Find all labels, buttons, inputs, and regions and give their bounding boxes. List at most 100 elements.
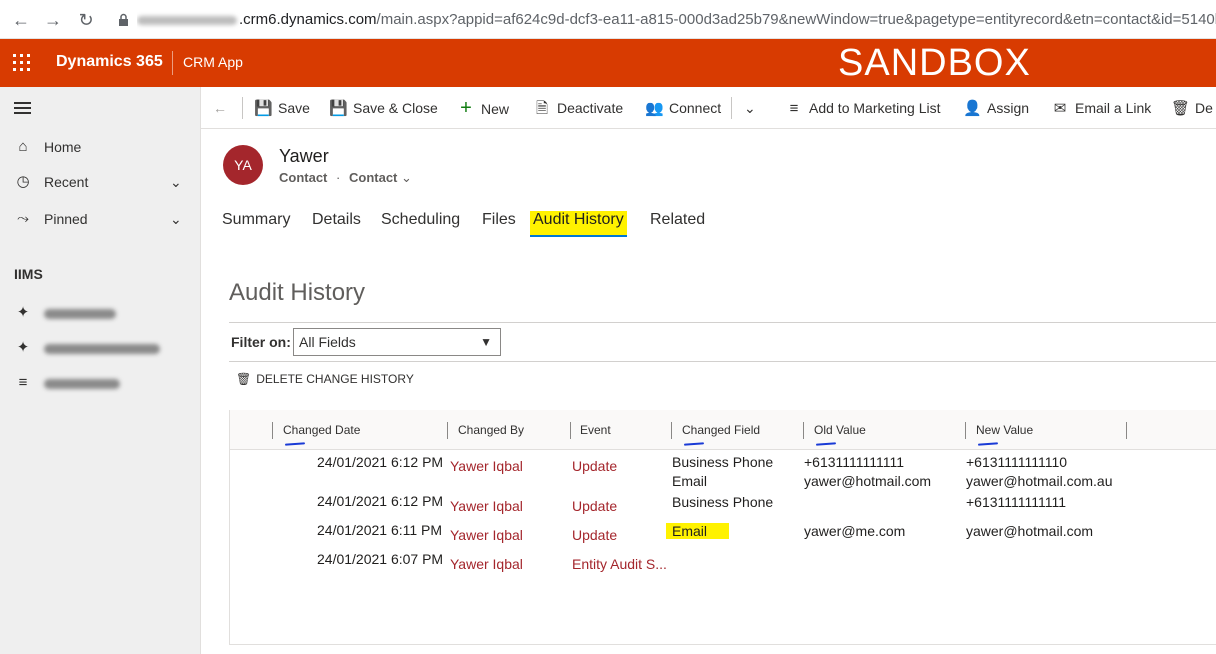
- cell-changed-field: Business Phone: [672, 494, 774, 510]
- plus-icon: +: [460, 97, 472, 119]
- sidebar-item-label: Pinned: [44, 211, 88, 227]
- app-launcher-icon[interactable]: [13, 54, 31, 72]
- cell-event[interactable]: Update: [572, 498, 617, 514]
- app-name[interactable]: CRM App: [183, 54, 243, 70]
- tab-related[interactable]: Related: [650, 211, 705, 237]
- separator-dot: ·: [336, 170, 341, 185]
- sidebar-item-redacted-1[interactable]: ✦: [0, 296, 200, 330]
- divider: [242, 97, 243, 119]
- sidebar-item-label: Home: [44, 139, 82, 155]
- column-header-event[interactable]: Event: [580, 423, 611, 437]
- cell-old-value: +6131111111111: [804, 454, 905, 470]
- column-header-new-value[interactable]: New Value: [976, 423, 1033, 437]
- deactivate-button[interactable]: 🗎 Deactivate: [533, 87, 623, 129]
- column-header-changed-date[interactable]: Changed Date: [283, 423, 360, 437]
- column-separator[interactable]: [671, 422, 672, 439]
- record-entity: Contact · Contact ⌄: [279, 170, 412, 186]
- form-selector[interactable]: Contact: [349, 170, 397, 185]
- column-header-changed-by[interactable]: Changed By: [458, 423, 524, 437]
- chevron-down-icon: ▼: [480, 335, 492, 349]
- save-close-button[interactable]: 💾 Save & Close: [329, 87, 438, 129]
- assign-label: Assign: [987, 100, 1030, 116]
- audit-grid: Changed Date Changed By Event Changed Fi…: [229, 410, 1216, 644]
- new-label: New: [481, 101, 510, 117]
- cell-old-value: yawer@me.com: [804, 523, 906, 539]
- connect-label: Connect: [669, 100, 722, 116]
- deactivate-label: Deactivate: [557, 100, 624, 116]
- chevron-down-icon[interactable]: ⌄: [170, 165, 182, 199]
- filter-value: All Fields: [299, 334, 356, 350]
- column-separator[interactable]: [447, 422, 448, 439]
- cell-changed-field: Email: [666, 523, 730, 539]
- chevron-down-icon[interactable]: ⌄: [170, 202, 182, 236]
- tab-files[interactable]: Files: [482, 211, 516, 237]
- sidebar-item-pinned[interactable]: ⤳ Pinned ⌄: [0, 202, 200, 236]
- save-close-icon: 💾: [329, 100, 348, 117]
- back-arrow-icon[interactable]: ←: [10, 9, 32, 31]
- home-icon: ⌂: [18, 138, 28, 155]
- sidebar-item-redacted-2[interactable]: ✦: [0, 331, 200, 365]
- add-to-marketing-list-button[interactable]: ≡ Add to Marketing List: [785, 87, 941, 129]
- divider: [229, 322, 1216, 323]
- chevron-down-icon[interactable]: ⌄: [401, 170, 412, 185]
- sidebar-item-recent[interactable]: ◷ Recent ⌄: [0, 165, 200, 199]
- tab-details[interactable]: Details: [312, 211, 361, 237]
- cell-event[interactable]: Entity Audit S...: [572, 556, 667, 572]
- lock-icon: [119, 13, 128, 26]
- sidebar-item-home[interactable]: ⌂ Home: [0, 130, 200, 164]
- cell-changed-field: Business Phone: [672, 454, 774, 470]
- cell-event[interactable]: Update: [572, 527, 617, 543]
- reload-icon[interactable]: ↻: [75, 9, 97, 31]
- save-button[interactable]: 💾 Save: [254, 87, 310, 129]
- new-button[interactable]: + New: [457, 87, 509, 129]
- connect-button[interactable]: 👥 Connect: [645, 87, 721, 129]
- column-separator[interactable]: [570, 422, 571, 439]
- save-icon: 💾: [254, 100, 273, 117]
- puzzle-icon: ✦: [16, 304, 30, 321]
- browser-toolbar: ← → ↻ .crm6.dynamics.com/main.aspx?appid…: [0, 0, 1216, 39]
- cell-changed-by[interactable]: Yawer Iqbal: [450, 498, 523, 514]
- column-separator[interactable]: [965, 422, 966, 439]
- cell-event[interactable]: Update: [572, 458, 617, 474]
- header-divider: [172, 51, 173, 75]
- divider: [731, 97, 732, 119]
- cell-changed-field: Email: [672, 473, 708, 489]
- product-title[interactable]: Dynamics 365: [56, 53, 163, 71]
- delete-label: De: [1195, 100, 1213, 116]
- hamburger-menu-icon[interactable]: [14, 102, 31, 114]
- column-header-old-value[interactable]: Old Value: [814, 423, 866, 437]
- column-header-changed-field[interactable]: Changed Field: [682, 423, 760, 437]
- column-separator[interactable]: [803, 422, 804, 439]
- address-bar[interactable]: .crm6.dynamics.com/main.aspx?appid=af624…: [137, 6, 1216, 34]
- environment-label: SANDBOX: [838, 42, 1031, 84]
- clock-icon: ◷: [16, 173, 30, 190]
- assign-person-icon: 👤: [963, 100, 982, 117]
- cell-changed-date: 24/01/2021 6:07 PM: [317, 551, 444, 567]
- tab-scheduling[interactable]: Scheduling: [381, 211, 460, 237]
- sidebar-item-label: Recent: [44, 174, 89, 190]
- assign-button[interactable]: 👤 Assign: [963, 87, 1029, 129]
- forward-arrow-icon[interactable]: →: [42, 9, 64, 31]
- cell-changed-by[interactable]: Yawer Iqbal: [450, 556, 523, 572]
- cell-changed-by[interactable]: Yawer Iqbal: [450, 458, 523, 474]
- more-commands-chevron-icon[interactable]: ⌄: [744, 87, 756, 129]
- cell-changed-date: 24/01/2021 6:11 PM: [317, 522, 443, 538]
- sidebar-item-redacted-3[interactable]: ≡: [0, 366, 200, 400]
- email-link-button[interactable]: ✉ Email a Link: [1051, 87, 1152, 129]
- highlighted-field: Email: [666, 523, 730, 539]
- filter-dropdown[interactable]: All Fields ▼: [293, 328, 501, 356]
- email-icon: ✉: [1053, 100, 1067, 117]
- divider: [229, 361, 1216, 362]
- column-separator[interactable]: [272, 422, 273, 439]
- cell-new-value: yawer@hotmail.com.au: [966, 473, 1113, 489]
- column-separator[interactable]: [1126, 422, 1127, 439]
- tab-summary[interactable]: Summary: [222, 211, 290, 237]
- back-arrow-icon[interactable]: ←: [213, 87, 227, 129]
- add-marketing-label: Add to Marketing List: [809, 100, 941, 116]
- tab-audit-history[interactable]: Audit History: [530, 211, 627, 237]
- cell-changed-by[interactable]: Yawer Iqbal: [450, 527, 523, 543]
- cell-new-value: +6131111111110: [966, 454, 1068, 470]
- email-link-label: Email a Link: [1075, 100, 1152, 116]
- delete-button[interactable]: 🗑 De: [1171, 87, 1213, 129]
- delete-change-history-button[interactable]: 🗑 DELETE CHANGE HISTORY: [236, 372, 414, 386]
